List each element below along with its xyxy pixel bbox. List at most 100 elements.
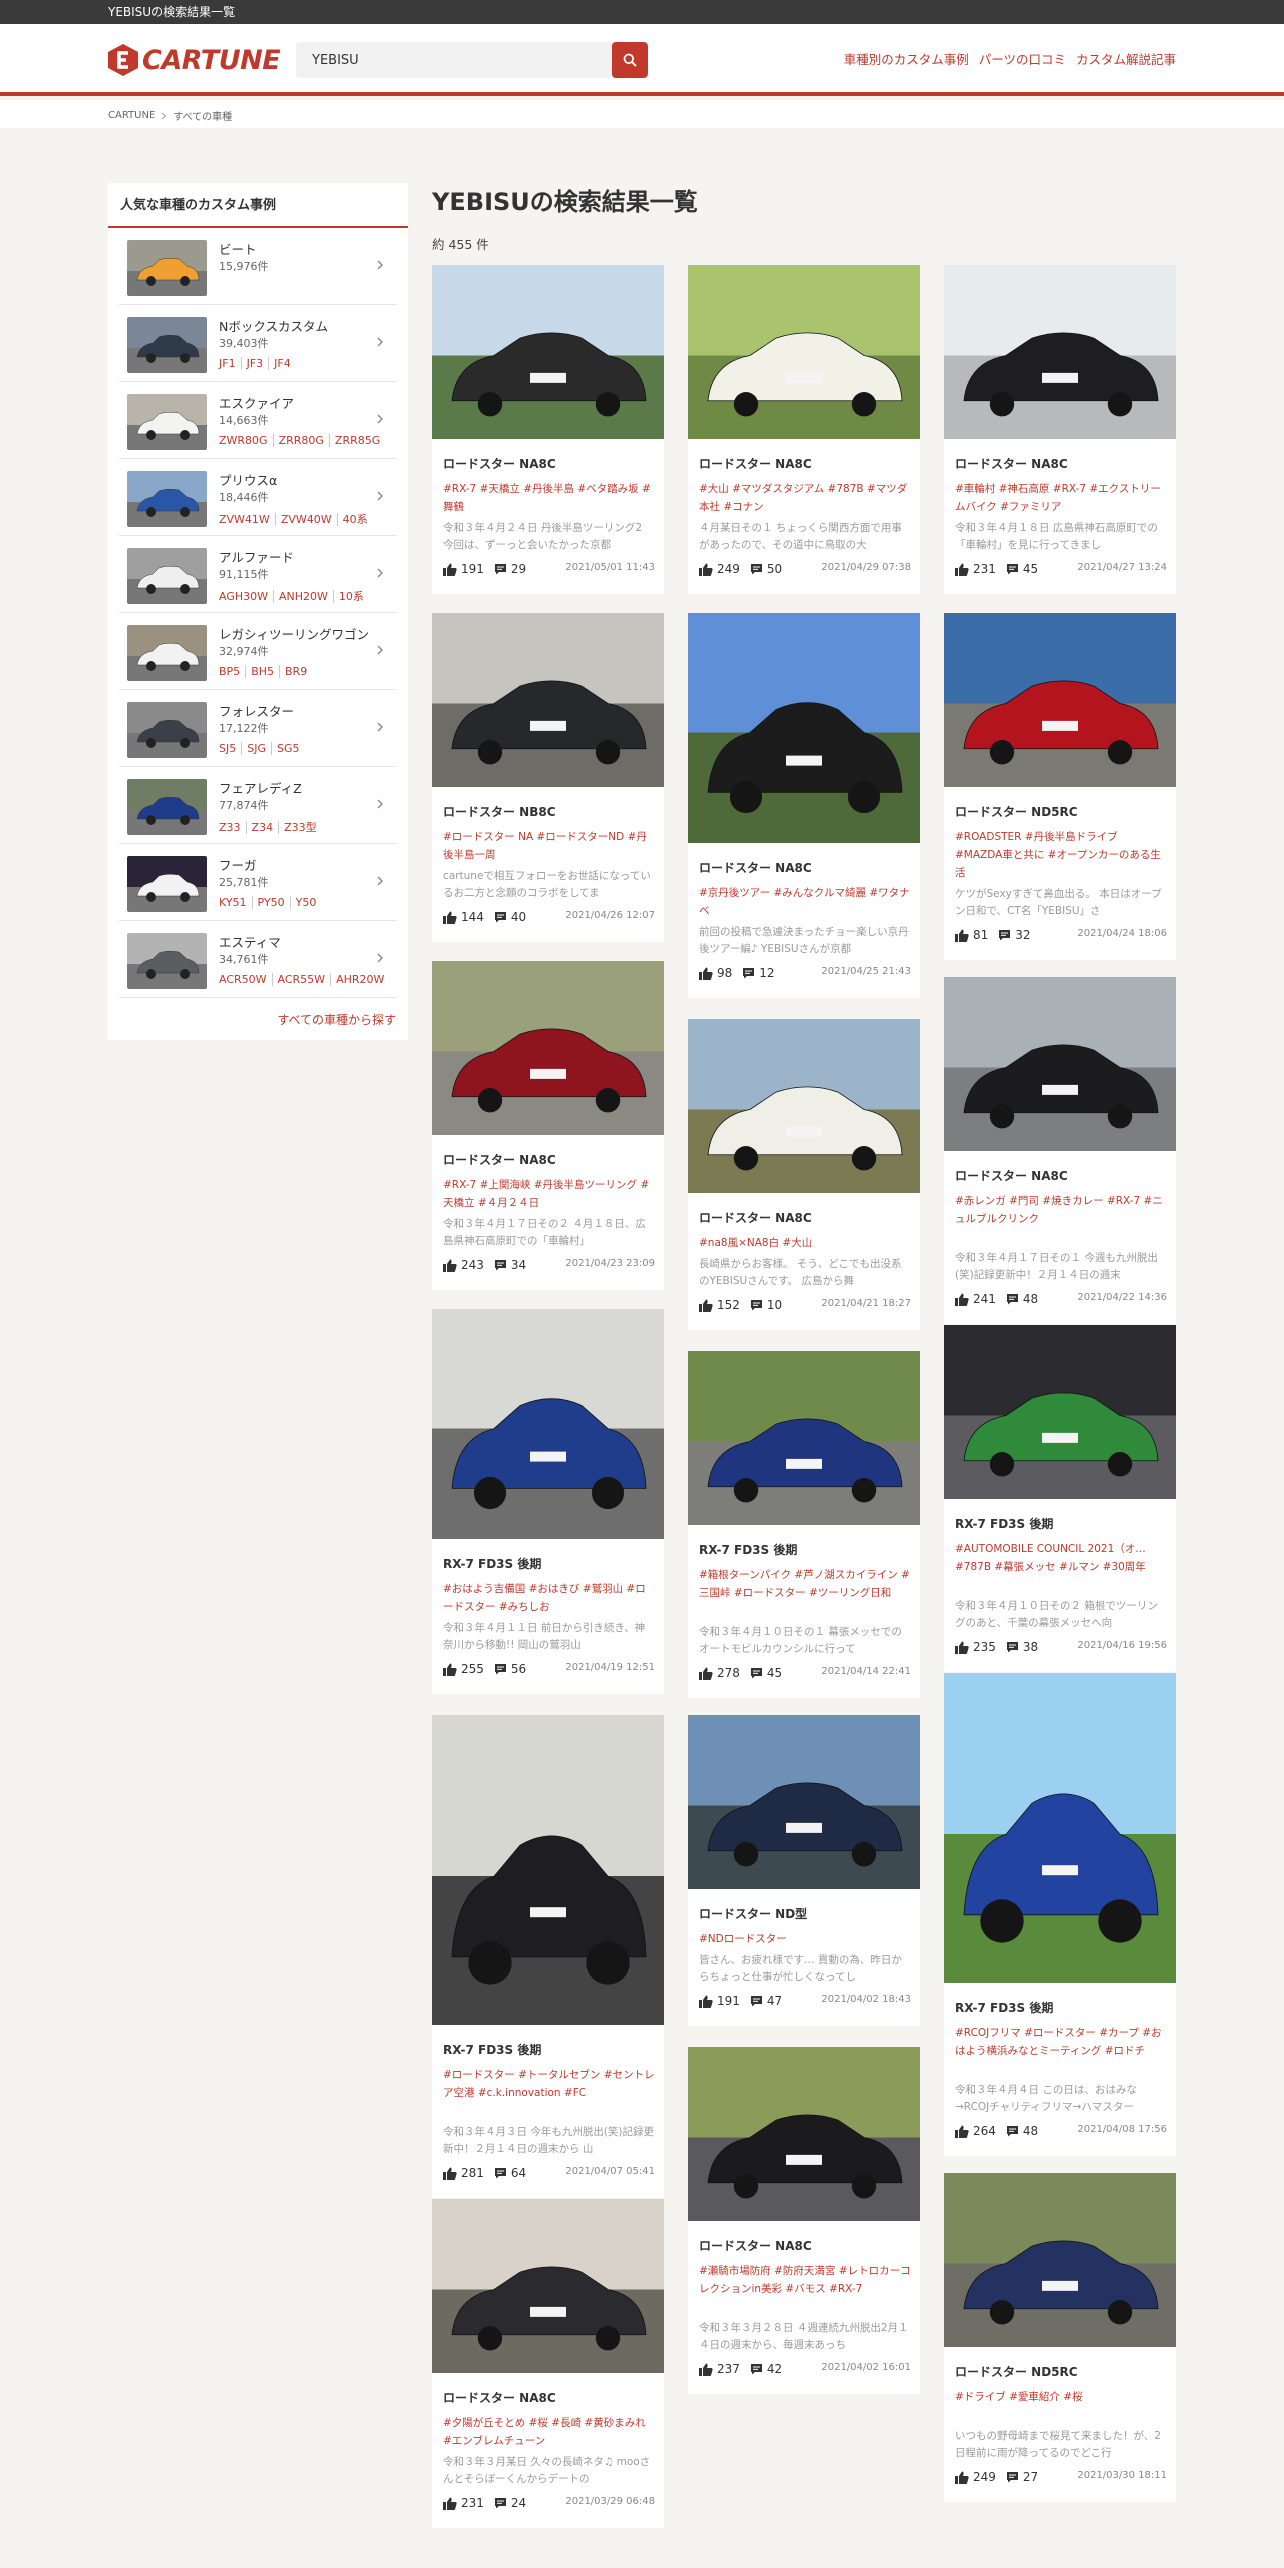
thumbs-up-icon[interactable] (443, 2167, 457, 2180)
comment-icon[interactable] (1006, 563, 1019, 575)
post-car-title[interactable]: ロードスター NA8C (699, 455, 812, 472)
model-code-link[interactable]: KY51 (219, 896, 247, 909)
sidebar-item[interactable]: プリウスα 18,446件 ZVW41W ZVW40W 40系 (119, 459, 397, 536)
model-code-link[interactable]: ZWR80G (219, 434, 268, 447)
post-car-title[interactable]: RX-7 FD3S 後期 (955, 1515, 1053, 1532)
post-tags[interactable]: #ドライブ #愛車紹介 #桜 (955, 2388, 1167, 2424)
thumbs-up-icon[interactable] (699, 1995, 713, 2008)
post-card[interactable]: RX-7 FD3S 後期 #RCOJフリマ #ロードスター #カープ #おはよう… (944, 1673, 1176, 2156)
thumbs-up-icon[interactable] (443, 2497, 457, 2510)
post-tags[interactable]: #ロードスター #トータルセブン #セントレア空港 #c.k.innovatio… (443, 2066, 655, 2120)
thumbs-up-icon[interactable] (955, 2471, 969, 2484)
post-card[interactable]: RX-7 FD3S 後期 #おはよう吉備国 #おはきび #鷲羽山 #ロードスター… (432, 1309, 664, 1694)
post-tags[interactable]: #大山 #マツダスタジアム #787B #マツダ本社 #コナン (699, 480, 911, 516)
model-code-link[interactable]: BP5 (219, 665, 240, 678)
post-photo[interactable] (944, 613, 1176, 787)
comment-icon[interactable] (494, 563, 507, 575)
post-card[interactable]: ロードスター NA8C #京丹後ツアー #みんなクルマ綺麗 #ワタナベ 前回の投… (688, 613, 920, 998)
comment-icon[interactable] (494, 2497, 507, 2509)
post-tags[interactable]: #AUTOMOBILE COUNCIL 2021（オ… #787B #幕張メッセ… (955, 1540, 1167, 1594)
model-code-link[interactable]: 40系 (336, 513, 368, 526)
comment-icon[interactable] (494, 2167, 507, 2179)
post-car-title[interactable]: ロードスター NA8C (955, 455, 1068, 472)
model-code-link[interactable]: Z34 (245, 821, 274, 834)
post-card[interactable]: RX-7 FD3S 後期 #ロードスター #トータルセブン #セントレア空港 #… (432, 1715, 664, 2198)
post-photo[interactable] (688, 613, 920, 843)
comment-icon[interactable] (750, 1995, 763, 2007)
post-tags[interactable]: #箱根ターンパイク #芦ノ湖スカイライン #三国峠 #ロードスター #ツーリング… (699, 1566, 911, 1620)
sidebar-item[interactable]: Nボックスカスタム 39,403件 JF1 JF3 JF4 (119, 305, 397, 382)
thumbs-up-icon[interactable] (699, 1299, 713, 1312)
thumbs-up-icon[interactable] (955, 2125, 969, 2138)
thumbs-up-icon[interactable] (699, 2363, 713, 2376)
search-button[interactable] (612, 42, 648, 78)
post-card[interactable]: ロードスター ND型 #NDロードスター 皆さん、お疲れ様です… 貫動の為、昨日… (688, 1715, 920, 2026)
post-car-title[interactable]: ロードスター NB8C (443, 803, 556, 820)
thumbs-up-icon[interactable] (955, 1641, 969, 1654)
model-code-link[interactable]: ZVW40W (274, 513, 332, 526)
nav-car-custom[interactable]: 車種別のカスタム事例 (844, 50, 969, 70)
post-tags[interactable]: #RCOJフリマ #ロードスター #カープ #おはよう横浜みなとミーティング #… (955, 2024, 1167, 2078)
post-photo[interactable] (688, 1351, 920, 1525)
comment-icon[interactable] (998, 929, 1011, 941)
sidebar-item[interactable]: エスクァイア 14,663件 ZWR80G ZRR80G ZRR85G (119, 382, 397, 459)
comment-icon[interactable] (742, 967, 755, 979)
model-code-link[interactable]: BH5 (245, 665, 275, 678)
nav-articles[interactable]: カスタム解説記事 (1076, 50, 1176, 70)
model-code-link[interactable]: ZRR80G (272, 434, 324, 447)
post-car-title[interactable]: RX-7 FD3S 後期 (699, 1541, 797, 1558)
model-code-link[interactable]: ZVW41W (219, 513, 270, 526)
post-card[interactable]: ロードスター ND5RC #ROADSTER #丹後半島ドライブ #MAZDA車… (944, 613, 1176, 960)
thumbs-up-icon[interactable] (443, 563, 457, 576)
post-photo[interactable] (944, 2173, 1176, 2347)
comment-icon[interactable] (1006, 2125, 1019, 2137)
model-code-link[interactable]: AGH30W (219, 590, 268, 603)
post-card[interactable]: ロードスター NA8C #瀬騎市場防府 #防府天満宮 #レトロカーコレクションi… (688, 2047, 920, 2394)
sidebar-item[interactable]: エスティマ 34,761件 ACR50W ACR55W AHR20W (119, 921, 397, 998)
comment-icon[interactable] (750, 1299, 763, 1311)
model-code-link[interactable]: 10系 (332, 590, 364, 603)
thumbs-up-icon[interactable] (955, 563, 969, 576)
post-card[interactable]: ロードスター NA8C #na8風×NA8白 #大山 長崎県からお客様。 そう、… (688, 1019, 920, 1330)
sidebar-item[interactable]: ビート 15,976件 (119, 228, 397, 305)
thumbs-up-icon[interactable] (699, 1667, 713, 1680)
model-code-link[interactable]: SJG (241, 742, 266, 755)
all-cars-link[interactable]: すべての車種から探す (277, 1011, 396, 1028)
post-tags[interactable]: #ROADSTER #丹後半島ドライブ #MAZDA車と共に #オープンカーのあ… (955, 828, 1167, 882)
post-photo[interactable] (432, 613, 664, 787)
post-tags[interactable]: #夕陽が丘そとめ #桜 #長崎 #黄砂まみれ #エンブレムチューン (443, 2414, 655, 2450)
post-tags[interactable]: #NDロードスター (699, 1930, 911, 1948)
post-car-title[interactable]: ロードスター ND5RC (955, 2363, 1078, 2380)
model-code-link[interactable]: SG5 (271, 742, 300, 755)
post-tags[interactable]: #京丹後ツアー #みんなクルマ綺麗 #ワタナベ (699, 884, 911, 920)
post-car-title[interactable]: ロードスター NA8C (699, 859, 812, 876)
post-photo[interactable] (432, 2199, 664, 2373)
model-code-link[interactable]: BR9 (279, 665, 308, 678)
model-code-link[interactable]: Y50 (289, 896, 317, 909)
post-car-title[interactable]: ロードスター NA8C (443, 2389, 556, 2406)
thumbs-up-icon[interactable] (443, 1259, 457, 1272)
post-photo[interactable] (432, 1309, 664, 1539)
thumbs-up-icon[interactable] (955, 929, 969, 942)
post-photo[interactable] (432, 961, 664, 1135)
comment-icon[interactable] (1006, 1641, 1019, 1653)
post-card[interactable]: ロードスター ND5RC #ドライブ #愛車紹介 #桜 いつもの野母崎まで桜見て… (944, 2173, 1176, 2502)
post-card[interactable]: RX-7 FD3S 後期 #AUTOMOBILE COUNCIL 2021（オ…… (944, 1325, 1176, 1672)
comment-icon[interactable] (1006, 1293, 1019, 1305)
post-card[interactable]: ロードスター NA8C #大山 #マツダスタジアム #787B #マツダ本社 #… (688, 265, 920, 594)
model-code-link[interactable]: SJ5 (219, 742, 236, 755)
sidebar-item[interactable]: レガシィツーリングワゴン 32,974件 BP5 BH5 BR9 (119, 613, 397, 690)
search-input[interactable] (296, 42, 606, 78)
post-car-title[interactable]: ロードスター NA8C (443, 455, 556, 472)
model-code-link[interactable]: ACR55W (271, 973, 326, 986)
post-photo[interactable] (944, 1673, 1176, 1983)
model-code-link[interactable]: ZRR85G (328, 434, 381, 447)
breadcrumb-home[interactable]: CARTUNE (108, 110, 155, 121)
thumbs-up-icon[interactable] (443, 1663, 457, 1676)
post-car-title[interactable]: ロードスター NA8C (955, 1167, 1068, 1184)
post-photo[interactable] (688, 1715, 920, 1889)
post-card[interactable]: RX-7 FD3S 後期 #箱根ターンパイク #芦ノ湖スカイライン #三国峠 #… (688, 1351, 920, 1698)
post-tags[interactable]: #車輪村 #神石高原 #RX-7 #エクストリームバイク #ファミリア (955, 480, 1167, 516)
post-card[interactable]: ロードスター NA8C #車輪村 #神石高原 #RX-7 #エクストリームバイク… (944, 265, 1176, 594)
thumbs-up-icon[interactable] (443, 911, 457, 924)
